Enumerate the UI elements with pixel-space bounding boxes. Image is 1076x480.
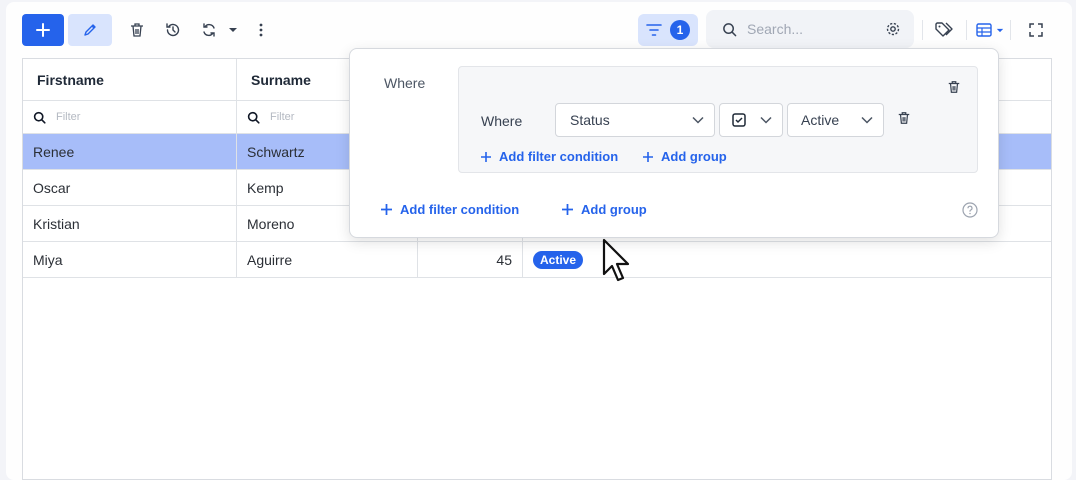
value-select-value: Active (801, 112, 840, 128)
caret-down-icon (229, 28, 237, 32)
toolbar-divider (922, 20, 923, 40)
plus-icon (562, 204, 573, 215)
filter-group: Where Status Active Add filter condition (458, 66, 978, 173)
delete-group-button[interactable] (947, 80, 961, 99)
fullscreen-button[interactable] (1024, 18, 1048, 42)
inner-add-group-button[interactable]: Add group (643, 149, 727, 164)
firstname-cell: Miya (23, 242, 237, 277)
add-condition-label: Add filter condition (400, 202, 520, 217)
trash-icon (898, 112, 910, 124)
tags-button[interactable] (932, 18, 956, 42)
delete-button[interactable] (125, 18, 149, 42)
add-group-button[interactable]: Add group (562, 202, 647, 217)
add-filter-condition-button[interactable]: Add filter condition (381, 202, 519, 217)
filter-button[interactable]: 1 (638, 14, 698, 46)
caret-down-icon (996, 28, 1004, 32)
where-label: Where (481, 113, 523, 129)
search-box (706, 10, 914, 48)
inner-add-filter-condition-button[interactable]: Add filter condition (481, 149, 618, 164)
plus-icon (643, 151, 653, 162)
table-view-icon (976, 23, 992, 37)
where-label: Where (384, 75, 426, 91)
app-window: 1 Firstname Surname (6, 2, 1072, 480)
add-condition-label: Add filter condition (499, 149, 619, 164)
chevron-down-icon (861, 116, 873, 124)
surname-cell: Aguirre (237, 242, 418, 277)
view-switch-button[interactable] (974, 18, 1006, 42)
search-icon (33, 111, 46, 124)
fullscreen-icon (1029, 23, 1043, 37)
help-circle-icon (962, 202, 978, 218)
trash-icon (948, 81, 960, 93)
edit-button[interactable] (68, 14, 112, 46)
more-vertical-icon (259, 23, 263, 37)
filter-count-badge: 1 (670, 20, 690, 40)
chevron-down-icon (692, 116, 704, 124)
tag-icon (935, 22, 953, 37)
add-button[interactable] (22, 14, 64, 46)
refresh-dropdown-button[interactable] (226, 22, 240, 38)
gear-icon[interactable] (885, 21, 901, 37)
search-icon (247, 111, 260, 124)
help-button[interactable] (962, 202, 978, 223)
delete-condition-button[interactable] (897, 111, 911, 130)
table-row[interactable]: Miya Aguirre 45 Active (23, 242, 1051, 278)
history-button[interactable] (161, 18, 185, 42)
plus-icon (36, 23, 50, 37)
status-badge: Active (533, 250, 584, 269)
firstname-cell: Oscar (23, 170, 237, 205)
plus-icon (381, 204, 392, 215)
add-group-label: Add group (661, 149, 727, 164)
refresh-button[interactable] (197, 18, 221, 42)
field-select[interactable]: Status (555, 103, 715, 137)
value-select[interactable]: Active (787, 103, 884, 137)
search-input[interactable] (747, 21, 877, 37)
checkbox-icon (732, 113, 746, 127)
more-button[interactable] (251, 18, 271, 42)
filter-cell (23, 101, 237, 133)
filter-popover: Where Where Status Active Add filter con… (349, 48, 999, 238)
firstname-filter-input[interactable] (56, 111, 176, 123)
toolbar-divider (1010, 20, 1011, 40)
history-icon (166, 23, 180, 37)
firstname-cell: Kristian (23, 206, 237, 241)
trash-icon (131, 23, 143, 37)
mouse-pointer-icon (602, 238, 630, 282)
column-header-firstname[interactable]: Firstname (23, 59, 237, 100)
operator-select[interactable] (719, 103, 783, 137)
firstname-cell: Renee (23, 134, 237, 169)
refresh-icon (203, 23, 215, 37)
field-select-value: Status (570, 112, 610, 128)
toolbar-divider (966, 20, 967, 40)
search-icon (723, 22, 737, 36)
chevron-down-icon (760, 116, 772, 124)
age-cell: 45 (418, 242, 523, 277)
pencil-icon (84, 24, 96, 36)
add-group-label: Add group (581, 202, 647, 217)
plus-icon (481, 151, 491, 162)
filter-lines-icon (646, 24, 662, 36)
